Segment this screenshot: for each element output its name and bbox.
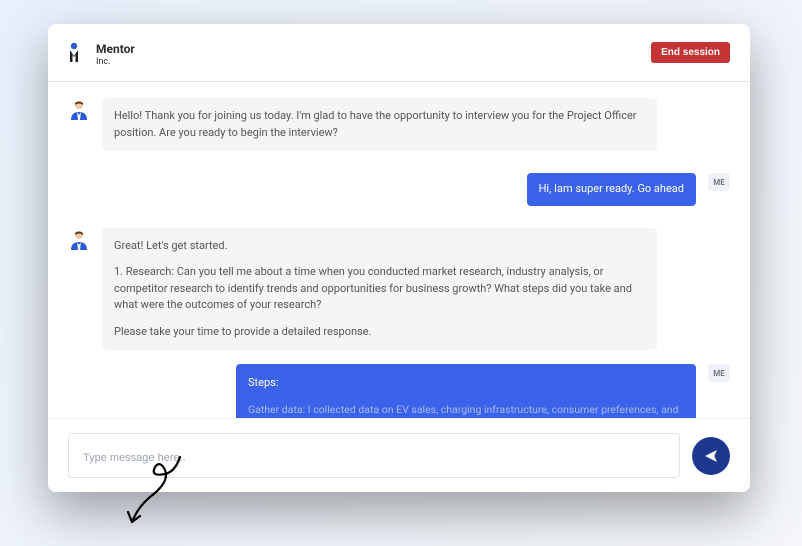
message-row-user: Hi, Iam super ready. Go ahead ME [68,173,730,206]
bot-message: Great! Let's get started. 1. Research: C… [102,228,657,351]
brand-sub: Inc. [96,57,135,67]
chat-window: Mentor Inc. End session Hello! Thank you… [48,24,750,492]
composer [48,418,750,492]
chat-body: Hello! Thank you for joining us today. I… [48,82,750,418]
message-row-bot: Hello! Thank you for joining us today. I… [68,98,730,151]
me-badge: ME [708,364,730,382]
bot-avatar-icon [68,228,90,250]
message-row-user-partial: Steps: Gather data: I collected data on … [68,364,730,418]
user-message-body: Gather data: I collected data on EV sale… [248,402,684,418]
logo-icon [68,42,90,64]
brand-logo: Mentor Inc. [68,38,135,67]
message-input-wrap[interactable] [68,433,680,478]
brand-name: Mentor [96,42,135,56]
message-input[interactable] [83,452,665,464]
send-icon [703,448,719,464]
bot-avatar-icon [68,98,90,120]
user-message: Hi, Iam super ready. Go ahead [527,173,696,206]
end-session-button[interactable]: End session [651,42,730,63]
me-badge: ME [708,173,730,191]
user-message-partial: Steps: Gather data: I collected data on … [236,364,696,418]
user-message-title: Steps: [248,374,684,392]
bot-message-line: Great! Let's get started. [114,238,645,255]
bot-message-line: 1. Research: Can you tell me about a tim… [114,264,645,314]
bot-message-line: Please take your time to provide a detai… [114,324,645,341]
message-row-bot: Great! Let's get started. 1. Research: C… [68,228,730,351]
send-button[interactable] [692,437,730,475]
header: Mentor Inc. End session [48,24,750,82]
bot-message: Hello! Thank you for joining us today. I… [102,98,657,151]
